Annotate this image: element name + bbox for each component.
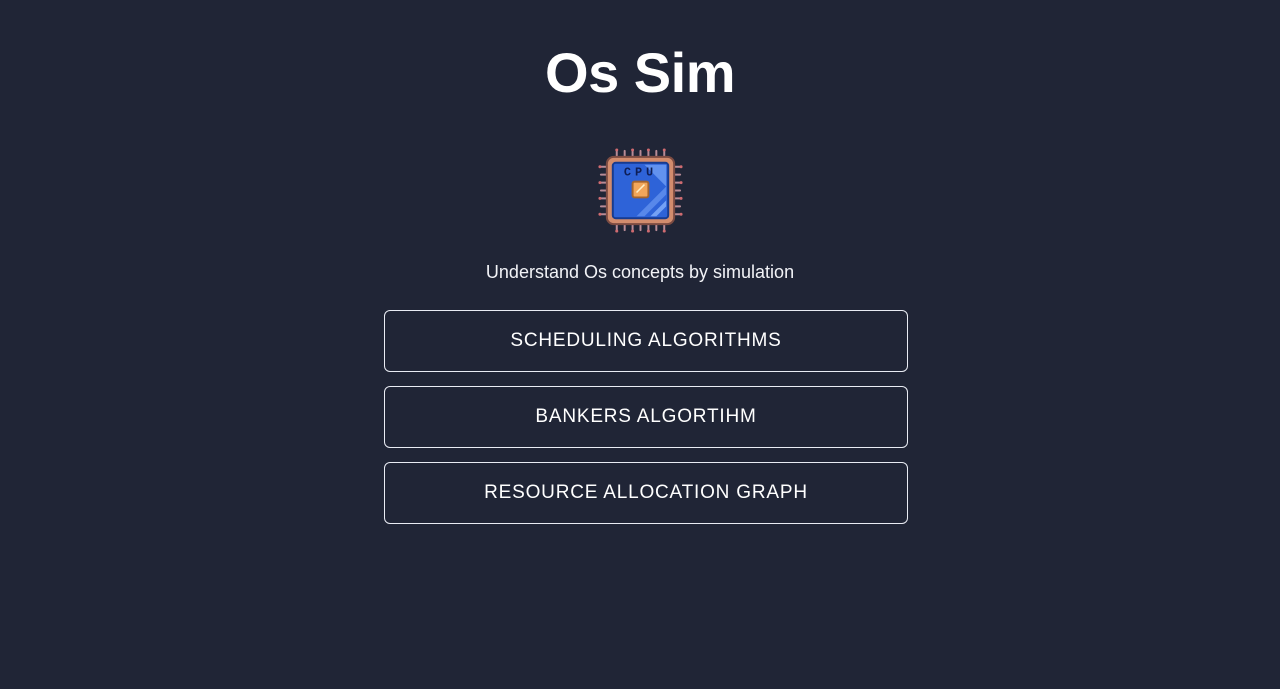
page-subtitle: Understand Os concepts by simulation [485, 262, 795, 282]
home-screen: Os Sim CPU Understand Os concepts by sim… [0, 0, 1280, 689]
page-title: Os Sim [545, 41, 735, 104]
cpu-logo-text: CPU [624, 166, 657, 180]
bankers-algorithm-button[interactable]: BANKERS ALGORTIHM [384, 386, 908, 448]
resource-allocation-graph-label: RESOURCE ALLOCATION GRAPH [484, 482, 808, 503]
scheduling-algorithms-button[interactable]: SCHEDULING ALGORITHMS [384, 310, 908, 372]
resource-allocation-graph-button[interactable]: RESOURCE ALLOCATION GRAPH [384, 462, 908, 524]
scheduling-algorithms-label: SCHEDULING ALGORITHMS [510, 330, 782, 351]
bankers-algorithm-label: BANKERS ALGORTIHM [535, 406, 757, 427]
cpu-chip-icon: CPU [598, 148, 683, 233]
